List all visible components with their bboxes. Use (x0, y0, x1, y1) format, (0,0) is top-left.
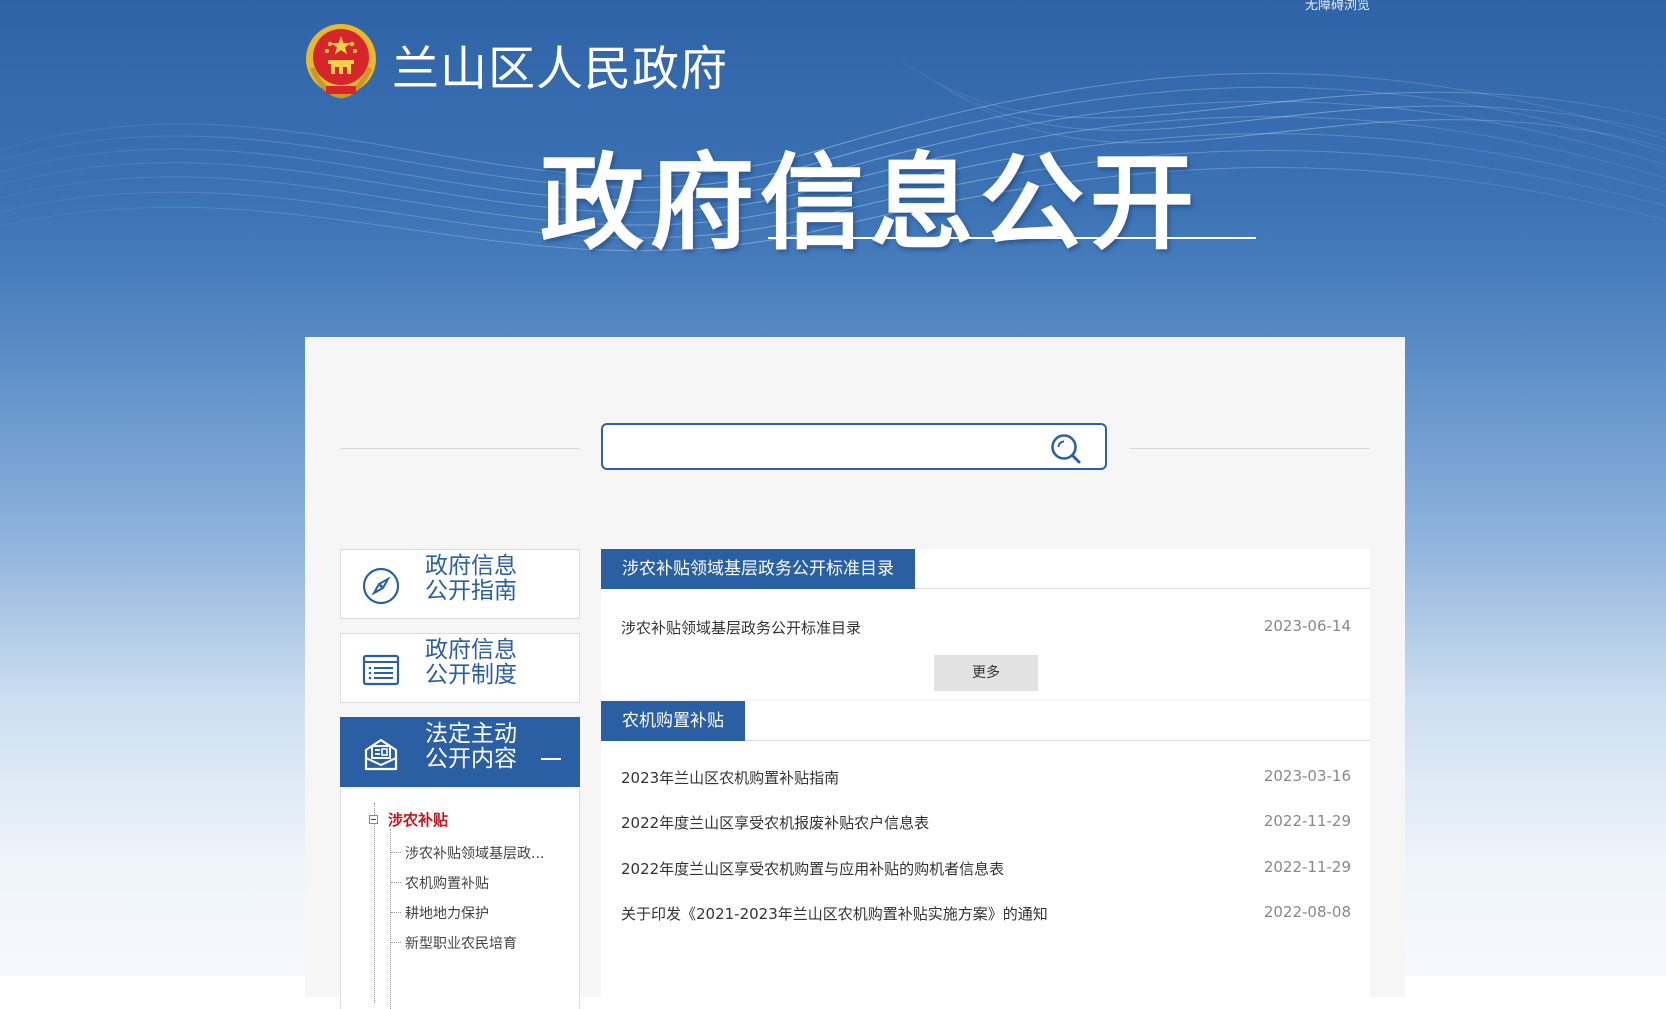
tree-item[interactable]: 耕地地力保护 (405, 903, 489, 923)
section-tab-title[interactable]: 农机购置补贴 (601, 701, 745, 741)
search-input[interactable] (615, 433, 1039, 463)
list-item-title[interactable]: 2022年度兰山区享受农机购置与应用补贴的购机者信息表 (621, 858, 1004, 879)
tree-item[interactable]: 新型职业农民培育 (405, 933, 517, 953)
tree-guide-line (374, 803, 375, 1003)
hero-underline (768, 237, 1256, 239)
list-item-date: 2022-08-08 (1263, 903, 1351, 921)
search-divider-right (1130, 448, 1370, 449)
main-panel: 政府信息 公开指南 政府信息 公开制度 法定主动 公开内容 涉农补贴 涉农补贴领… (305, 337, 1405, 1009)
tree-collapse-icon[interactable] (369, 815, 378, 824)
sidebar-card-mandatory-content[interactable]: 法定主动 公开内容 (340, 717, 580, 787)
tree-item[interactable]: 涉农补贴领域基层政... (405, 843, 544, 863)
tree-branch-line (391, 942, 401, 943)
tree-branch-line (391, 852, 401, 853)
open-content-icon (364, 738, 398, 771)
sidebar-card-system[interactable]: 政府信息 公开制度 (340, 633, 580, 703)
list-item[interactable]: 涉农补贴领域基层政务公开标准目录 2023-06-14 (621, 617, 1351, 641)
list-item-date: 2023-03-16 (1263, 767, 1351, 785)
more-button[interactable]: 更多 (934, 655, 1038, 691)
tree-guide-line (390, 829, 391, 1009)
tree-item[interactable]: 农机购置补贴 (405, 873, 489, 893)
accessibility-link[interactable]: 无障碍浏览 (1305, 0, 1370, 13)
sidebar-card-guide[interactable]: 政府信息 公开指南 (340, 549, 580, 619)
list-item-date: 2023-06-14 (1263, 617, 1351, 635)
list-item-title[interactable]: 2022年度兰山区享受农机报废补贴农户信息表 (621, 812, 929, 833)
tree-root-item[interactable]: 涉农补贴 (388, 809, 448, 830)
category-tree: 涉农补贴 涉农补贴领域基层政... 农机购置补贴 耕地地力保护 新型职业农民培育 (340, 789, 580, 1009)
search-icon[interactable] (1049, 432, 1083, 466)
list-item[interactable]: 关于印发《2021-2023年兰山区农机购置补贴实施方案》的通知 2022-08… (621, 903, 1351, 927)
list-item[interactable]: 2022年度兰山区享受农机购置与应用补贴的购机者信息表 2022-11-29 (621, 858, 1351, 882)
hero-title: 政府信息公开 (540, 142, 1201, 264)
national-emblem-icon (306, 24, 376, 99)
tree-branch-line (391, 912, 401, 913)
list-item-date: 2022-11-29 (1263, 858, 1351, 876)
list-item-title[interactable]: 关于印发《2021-2023年兰山区农机购置补贴实施方案》的通知 (621, 903, 1048, 924)
sidebar-card-label: 政府信息 公开制度 (425, 637, 517, 688)
list-item[interactable]: 2023年兰山区农机购置补贴指南 2023-03-16 (621, 767, 1351, 791)
sidebar-card-label: 政府信息 公开指南 (425, 553, 517, 604)
section-standard-catalog: 涉农补贴领域基层政务公开标准目录 涉农补贴领域基层政务公开标准目录 2023-0… (601, 549, 1370, 699)
section-machinery-subsidy: 农机购置补贴 2023年兰山区农机购置补贴指南 2023-03-16 2022年… (601, 701, 1370, 1001)
site-title: 兰山区人民政府 (392, 42, 728, 97)
document-list-icon (362, 654, 400, 686)
list-item-title[interactable]: 2023年兰山区农机购置补贴指南 (621, 767, 839, 788)
tree-branch-line (391, 882, 401, 883)
search-box (601, 423, 1107, 470)
list-item-date: 2022-11-29 (1263, 812, 1351, 830)
section-tab-title[interactable]: 涉农补贴领域基层政务公开标准目录 (601, 549, 915, 589)
collapse-minus-icon[interactable] (541, 758, 561, 760)
search-divider-left (340, 448, 580, 449)
compass-icon (362, 567, 400, 605)
sidebar-card-label: 法定主动 公开内容 (425, 721, 517, 772)
list-item[interactable]: 2022年度兰山区享受农机报废补贴农户信息表 2022-11-29 (621, 812, 1351, 836)
list-item-title[interactable]: 涉农补贴领域基层政务公开标准目录 (621, 617, 861, 638)
